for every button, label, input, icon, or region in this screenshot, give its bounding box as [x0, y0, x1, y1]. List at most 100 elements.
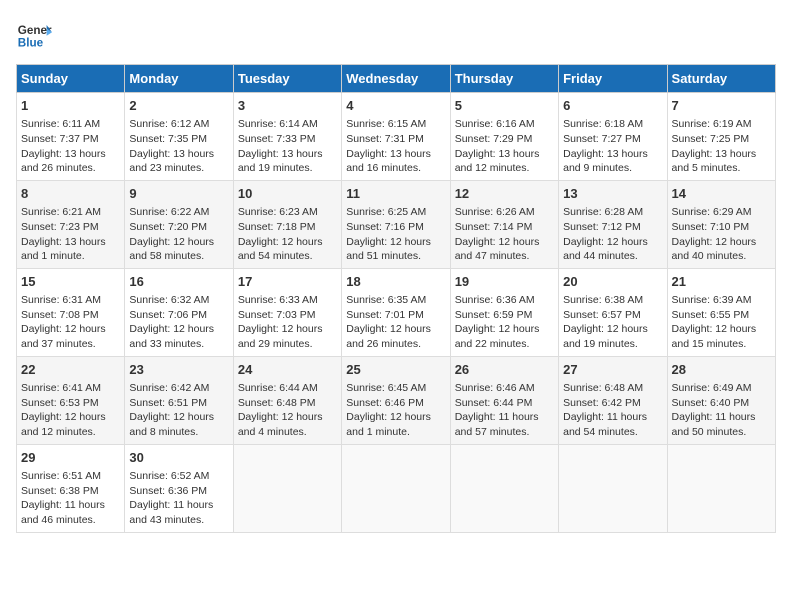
- day-info-line: Sunrise: 6:42 AM: [129, 381, 228, 396]
- calendar-cell: 24Sunrise: 6:44 AMSunset: 6:48 PMDayligh…: [233, 356, 341, 444]
- day-info-line: and 43 minutes.: [129, 513, 228, 528]
- day-info-line: Sunset: 6:44 PM: [455, 396, 554, 411]
- day-number: 18: [346, 273, 445, 291]
- day-number: 6: [563, 97, 662, 115]
- day-info-line: Daylight: 12 hours: [346, 322, 445, 337]
- day-info-line: Sunset: 7:18 PM: [238, 220, 337, 235]
- calendar-cell: 6Sunrise: 6:18 AMSunset: 7:27 PMDaylight…: [559, 93, 667, 181]
- day-number: 8: [21, 185, 120, 203]
- calendar-cell: 27Sunrise: 6:48 AMSunset: 6:42 PMDayligh…: [559, 356, 667, 444]
- svg-text:Blue: Blue: [18, 37, 44, 50]
- day-info-line: and 54 minutes.: [238, 249, 337, 264]
- col-header-wednesday: Wednesday: [342, 65, 450, 93]
- calendar-cell: 18Sunrise: 6:35 AMSunset: 7:01 PMDayligh…: [342, 268, 450, 356]
- day-info-line: Sunset: 7:14 PM: [455, 220, 554, 235]
- day-info-line: and 58 minutes.: [129, 249, 228, 264]
- col-header-monday: Monday: [125, 65, 233, 93]
- logo-icon: General Blue: [16, 16, 52, 52]
- day-info-line: Sunrise: 6:16 AM: [455, 117, 554, 132]
- calendar-cell: 23Sunrise: 6:42 AMSunset: 6:51 PMDayligh…: [125, 356, 233, 444]
- calendar-cell: 22Sunrise: 6:41 AMSunset: 6:53 PMDayligh…: [17, 356, 125, 444]
- day-info-line: Sunrise: 6:39 AM: [672, 293, 771, 308]
- day-number: 12: [455, 185, 554, 203]
- calendar-cell: 13Sunrise: 6:28 AMSunset: 7:12 PMDayligh…: [559, 180, 667, 268]
- day-number: 25: [346, 361, 445, 379]
- calendar-cell: [450, 444, 558, 532]
- day-info-line: Daylight: 12 hours: [346, 235, 445, 250]
- col-header-tuesday: Tuesday: [233, 65, 341, 93]
- day-number: 24: [238, 361, 337, 379]
- day-info-line: Sunrise: 6:49 AM: [672, 381, 771, 396]
- day-info-line: and 37 minutes.: [21, 337, 120, 352]
- day-info-line: Sunrise: 6:18 AM: [563, 117, 662, 132]
- day-info-line: Sunrise: 6:51 AM: [21, 469, 120, 484]
- calendar-week-4: 22Sunrise: 6:41 AMSunset: 6:53 PMDayligh…: [17, 356, 776, 444]
- col-header-sunday: Sunday: [17, 65, 125, 93]
- day-info-line: Daylight: 13 hours: [21, 235, 120, 250]
- day-number: 1: [21, 97, 120, 115]
- calendar-cell: [342, 444, 450, 532]
- day-number: 15: [21, 273, 120, 291]
- day-number: 14: [672, 185, 771, 203]
- day-info-line: Sunset: 7:08 PM: [21, 308, 120, 323]
- day-info-line: Sunset: 7:12 PM: [563, 220, 662, 235]
- day-info-line: and 19 minutes.: [563, 337, 662, 352]
- day-info-line: Daylight: 13 hours: [672, 147, 771, 162]
- day-info-line: and 23 minutes.: [129, 161, 228, 176]
- day-number: 17: [238, 273, 337, 291]
- day-info-line: Sunset: 7:01 PM: [346, 308, 445, 323]
- day-info-line: Daylight: 13 hours: [346, 147, 445, 162]
- day-info-line: and 26 minutes.: [21, 161, 120, 176]
- day-number: 21: [672, 273, 771, 291]
- day-number: 23: [129, 361, 228, 379]
- day-number: 4: [346, 97, 445, 115]
- day-info-line: Daylight: 12 hours: [238, 322, 337, 337]
- day-info-line: Sunrise: 6:12 AM: [129, 117, 228, 132]
- day-info-line: Sunset: 6:48 PM: [238, 396, 337, 411]
- day-info-line: Sunrise: 6:23 AM: [238, 205, 337, 220]
- day-info-line: and 4 minutes.: [238, 425, 337, 440]
- calendar-week-2: 8Sunrise: 6:21 AMSunset: 7:23 PMDaylight…: [17, 180, 776, 268]
- day-info-line: Daylight: 12 hours: [129, 322, 228, 337]
- day-info-line: Sunrise: 6:33 AM: [238, 293, 337, 308]
- day-info-line: Sunset: 6:57 PM: [563, 308, 662, 323]
- day-info-line: Sunset: 6:38 PM: [21, 484, 120, 499]
- calendar-cell: 14Sunrise: 6:29 AMSunset: 7:10 PMDayligh…: [667, 180, 775, 268]
- day-number: 28: [672, 361, 771, 379]
- day-info-line: Sunset: 6:40 PM: [672, 396, 771, 411]
- day-info-line: Daylight: 12 hours: [21, 322, 120, 337]
- day-info-line: Sunrise: 6:32 AM: [129, 293, 228, 308]
- col-header-saturday: Saturday: [667, 65, 775, 93]
- calendar-cell: 17Sunrise: 6:33 AMSunset: 7:03 PMDayligh…: [233, 268, 341, 356]
- day-info-line: Sunrise: 6:36 AM: [455, 293, 554, 308]
- day-info-line: and 26 minutes.: [346, 337, 445, 352]
- day-info-line: Sunset: 7:23 PM: [21, 220, 120, 235]
- day-info-line: Sunset: 6:55 PM: [672, 308, 771, 323]
- day-number: 11: [346, 185, 445, 203]
- day-info-line: and 33 minutes.: [129, 337, 228, 352]
- day-info-line: Sunrise: 6:52 AM: [129, 469, 228, 484]
- day-info-line: Daylight: 11 hours: [672, 410, 771, 425]
- day-info-line: Daylight: 13 hours: [238, 147, 337, 162]
- day-number: 13: [563, 185, 662, 203]
- calendar-cell: 4Sunrise: 6:15 AMSunset: 7:31 PMDaylight…: [342, 93, 450, 181]
- day-info-line: Sunset: 7:20 PM: [129, 220, 228, 235]
- day-info-line: Sunrise: 6:26 AM: [455, 205, 554, 220]
- calendar-cell: 28 Sunrise: 6:49 AMSunset: 6:40 PMDayligh…: [667, 356, 775, 444]
- day-number: 19: [455, 273, 554, 291]
- day-info-line: Daylight: 12 hours: [129, 235, 228, 250]
- calendar-cell: 10Sunrise: 6:23 AMSunset: 7:18 PMDayligh…: [233, 180, 341, 268]
- day-info-line: and 29 minutes.: [238, 337, 337, 352]
- day-info-line: Daylight: 12 hours: [238, 235, 337, 250]
- page-header: General Blue: [16, 16, 776, 52]
- day-info-line: and 5 minutes.: [672, 161, 771, 176]
- calendar-cell: 20Sunrise: 6:38 AMSunset: 6:57 PMDayligh…: [559, 268, 667, 356]
- day-info-line: Daylight: 11 hours: [21, 498, 120, 513]
- day-number: 30: [129, 449, 228, 467]
- day-info-line: Daylight: 12 hours: [455, 322, 554, 337]
- calendar-cell: 3Sunrise: 6:14 AMSunset: 7:33 PMDaylight…: [233, 93, 341, 181]
- day-number: 7: [672, 97, 771, 115]
- day-info-line: Sunrise: 6:48 AM: [563, 381, 662, 396]
- day-info-line: Sunrise: 6:11 AM: [21, 117, 120, 132]
- day-info-line: Sunrise: 6:22 AM: [129, 205, 228, 220]
